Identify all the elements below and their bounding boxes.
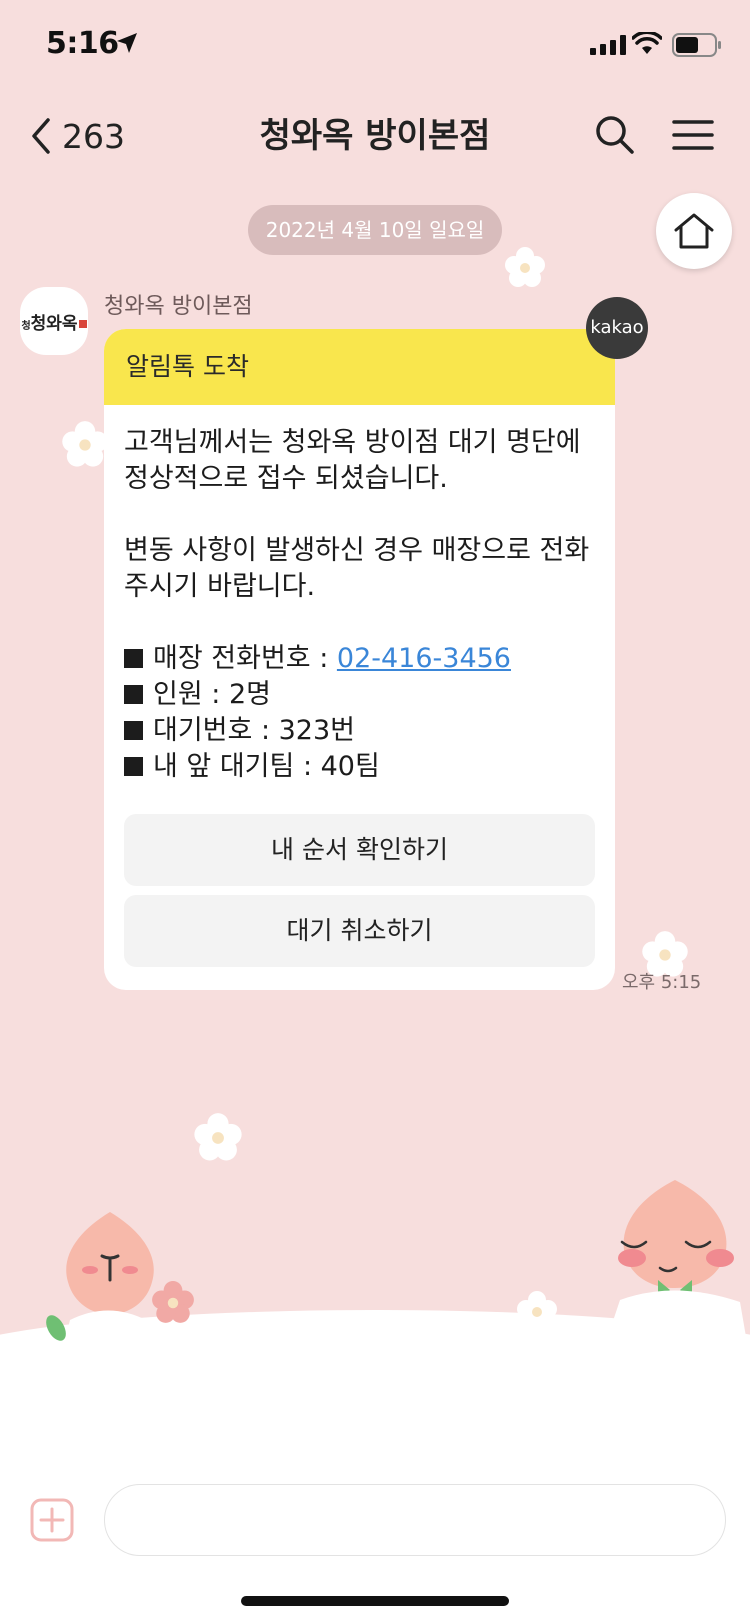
- cellular-signal-icon: [590, 35, 626, 55]
- status-time: 5:16: [46, 26, 119, 61]
- location-arrow-icon: [117, 33, 137, 53]
- date-divider: 2022년 4월 10일 일요일: [248, 205, 502, 255]
- avatar-logo: 청청와옥: [21, 309, 87, 334]
- home-icon: [674, 213, 714, 249]
- bullet-square-icon: [124, 757, 143, 776]
- flower-decoration: [194, 1113, 242, 1161]
- alimtalk-message: 알림톡 도착 고객님께서는 청와옥 방이점 대기 명단에 정상적으로 접수 되셨…: [104, 329, 615, 990]
- apeach-character-right: [600, 1180, 750, 1360]
- sender-avatar[interactable]: 청청와옥: [20, 287, 88, 355]
- sender-name: 청와옥 방이본점: [104, 294, 253, 319]
- body-line: 고객님께서는 청와옥 방이점 대기 명단에: [124, 427, 581, 458]
- info-phone: 매장 전화번호 : 02-416-3456: [124, 641, 595, 677]
- chevron-left-icon: [32, 118, 50, 154]
- check-order-button[interactable]: 내 순서 확인하기: [124, 814, 595, 886]
- status-bar: 5:16: [0, 0, 750, 90]
- cancel-wait-button[interactable]: 대기 취소하기: [124, 895, 595, 967]
- battery-icon: [672, 33, 721, 57]
- message-header: 알림톡 도착: [104, 329, 615, 405]
- flower-decoration: [62, 421, 108, 467]
- hamburger-menu-icon[interactable]: [668, 110, 718, 160]
- back-button[interactable]: 263: [28, 108, 125, 164]
- body-line: 변동 사항이 발생하신 경우 매장으로 전화: [124, 535, 590, 566]
- message-input[interactable]: [104, 1484, 726, 1556]
- bullet-square-icon: [124, 685, 143, 704]
- home-indicator: [241, 1596, 509, 1606]
- chat-screen: 5:16 263 청와옥 방이본점 2022년 4월 10일 일요일 청청와옥 …: [0, 0, 750, 1624]
- kakao-badge: kakao: [586, 297, 648, 359]
- home-button[interactable]: [656, 193, 732, 269]
- plus-square-icon[interactable]: [30, 1498, 74, 1542]
- message-time: 오후 5:15: [622, 972, 702, 993]
- body-line: 정상적으로 접수 되셨습니다.: [124, 463, 448, 494]
- flower-decoration: [152, 1281, 194, 1323]
- chat-header: 263 청와옥 방이본점: [0, 90, 750, 180]
- flower-decoration: [505, 247, 545, 287]
- phone-link[interactable]: 02-416-3456: [337, 643, 511, 674]
- bullet-square-icon: [124, 721, 143, 740]
- unread-count: 263: [62, 116, 125, 156]
- input-area-background: [0, 1340, 750, 1624]
- info-waiting-number: 대기번호 : 323번: [124, 713, 595, 749]
- info-people: 인원 : 2명: [124, 677, 595, 713]
- search-icon[interactable]: [590, 110, 640, 160]
- info-teams-ahead: 내 앞 대기팀 : 40팀: [124, 749, 595, 785]
- bullet-square-icon: [124, 649, 143, 668]
- message-input-row: [0, 1484, 750, 1558]
- chat-title: 청와옥 방이본점: [259, 116, 491, 156]
- flower-decoration: [517, 1291, 557, 1331]
- body-line: 주시기 바랍니다.: [124, 571, 316, 602]
- wifi-icon: [632, 32, 662, 54]
- message-body: 고객님께서는 청와옥 방이점 대기 명단에 정상적으로 접수 되셨습니다. 변동…: [104, 405, 615, 785]
